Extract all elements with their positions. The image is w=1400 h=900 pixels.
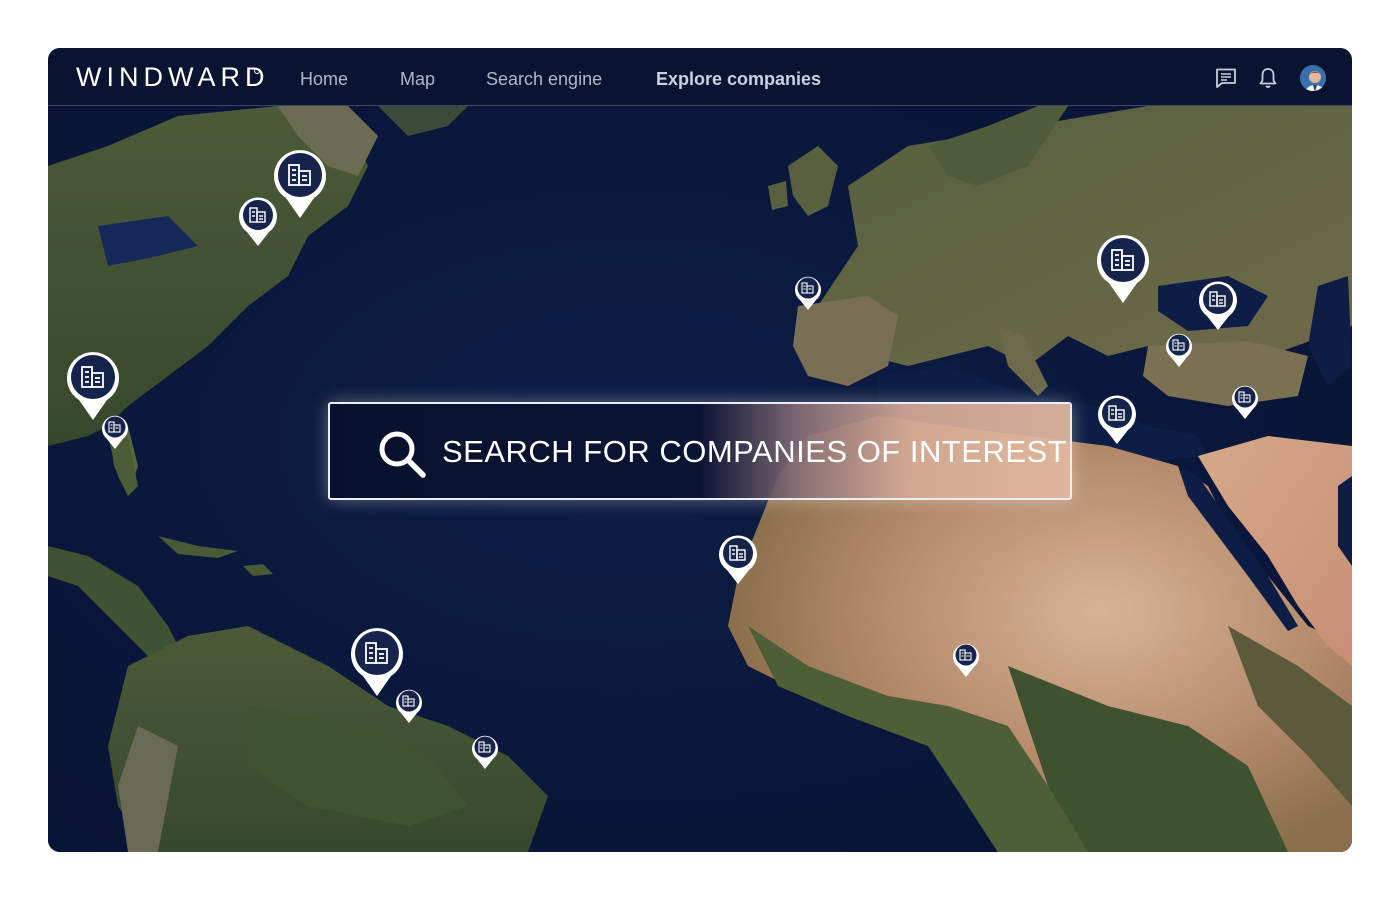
company-marker[interactable]	[1231, 384, 1259, 425]
company-marker[interactable]	[1165, 332, 1193, 373]
search-placeholder: SEARCH FOR COMPANIES OF INTEREST	[442, 434, 1068, 469]
company-marker[interactable]	[471, 734, 499, 775]
windward-logo[interactable]: WINDWARD	[76, 62, 269, 92]
company-marker[interactable]	[101, 414, 129, 455]
app-window: WINDWARD Home Map Search engine Explore …	[48, 48, 1352, 852]
top-navbar: WINDWARD Home Map Search engine Explore …	[48, 48, 1352, 106]
company-search-bar[interactable]: SEARCH FOR COMPANIES OF INTEREST	[328, 402, 1072, 500]
company-marker[interactable]	[1198, 280, 1238, 337]
company-marker[interactable]	[952, 642, 980, 683]
company-marker[interactable]	[794, 275, 822, 316]
user-avatar[interactable]	[1298, 63, 1328, 93]
nav-map[interactable]: Map	[400, 68, 435, 90]
bell-icon[interactable]	[1256, 66, 1280, 90]
nav-home[interactable]: Home	[300, 68, 348, 90]
company-marker[interactable]	[718, 534, 758, 591]
company-marker[interactable]	[395, 688, 423, 729]
company-marker[interactable]	[238, 196, 278, 253]
company-marker[interactable]	[1096, 233, 1150, 310]
logo-mark-icon	[254, 68, 260, 74]
company-marker[interactable]	[1097, 394, 1137, 451]
company-marker[interactable]	[273, 148, 327, 225]
nav-explore-companies[interactable]: Explore companies	[656, 68, 821, 90]
nav-search-engine[interactable]: Search engine	[486, 68, 602, 90]
search-icon	[379, 431, 426, 478]
chat-icon[interactable]	[1214, 66, 1238, 90]
